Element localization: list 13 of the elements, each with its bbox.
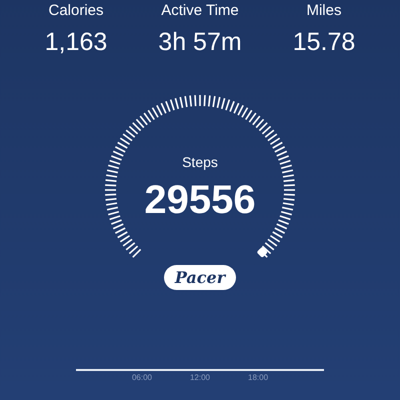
stat-value: 1,163 xyxy=(44,27,108,58)
time-axis-label: 06:00 xyxy=(132,373,152,383)
stat-value: 3h 57m xyxy=(158,27,242,58)
logo-text: Pacer xyxy=(174,268,226,286)
stat-label: Calories xyxy=(48,2,104,20)
steps-label: Steps xyxy=(182,153,218,171)
steps-count: 29556 xyxy=(144,178,256,222)
time-axis-label: 12:00 xyxy=(190,373,210,383)
stat-label: Miles xyxy=(306,2,342,20)
stat-label: Active Time xyxy=(161,2,239,20)
stat-value: 15.78 xyxy=(292,27,356,58)
progress-marker-icon xyxy=(256,246,268,258)
time-axis-label: 18:00 xyxy=(248,373,268,383)
